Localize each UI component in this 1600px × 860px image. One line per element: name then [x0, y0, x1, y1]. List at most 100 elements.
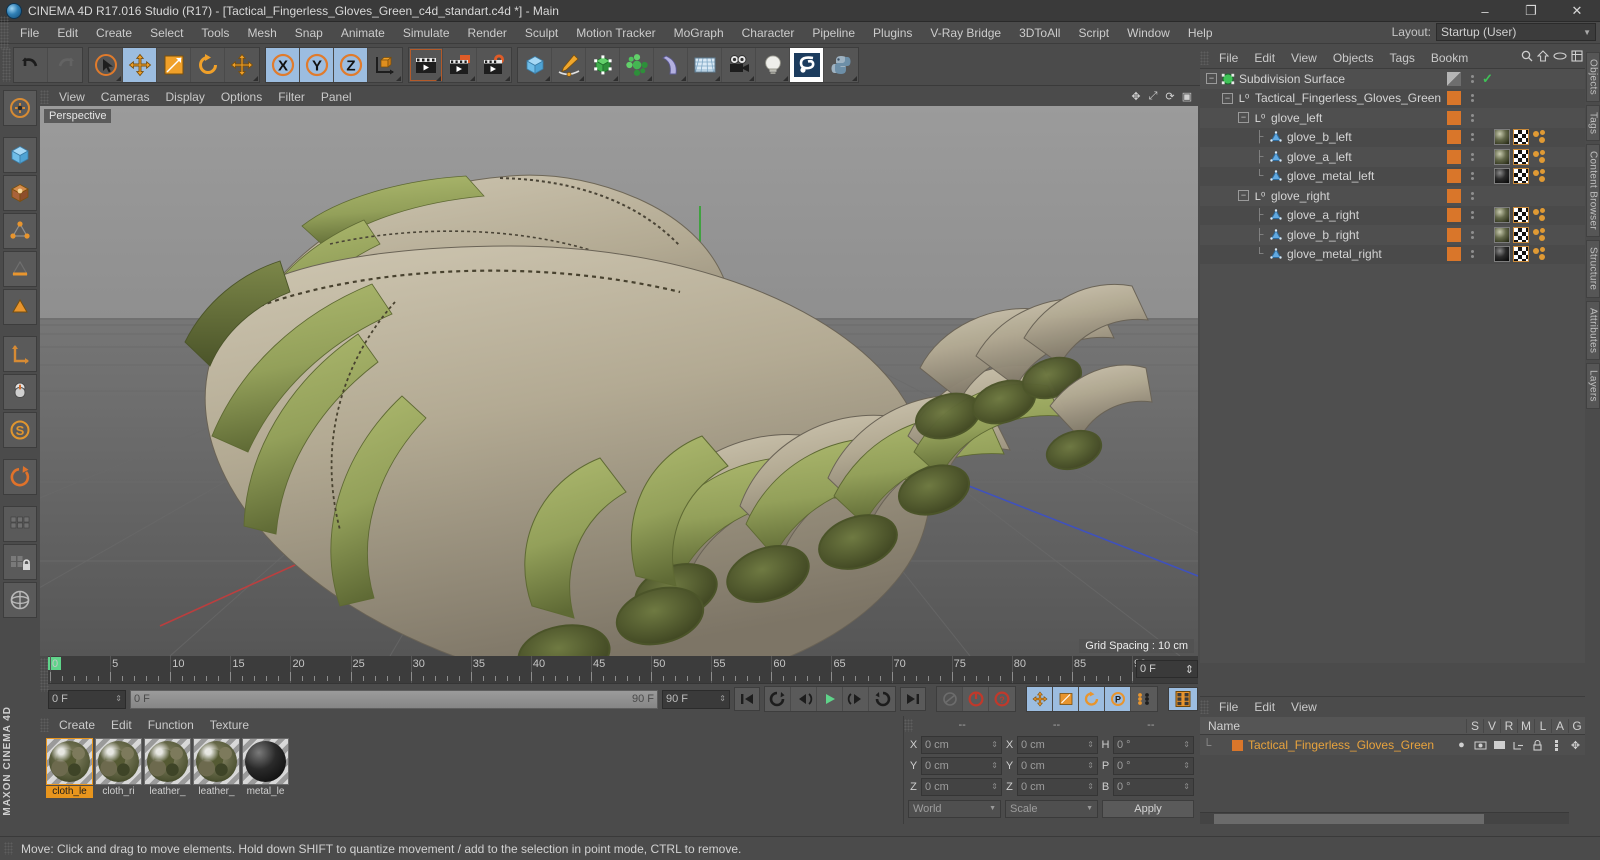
object-color-swatch[interactable] [1447, 227, 1461, 242]
search-icon[interactable] [1521, 50, 1533, 65]
stepper-icon[interactable]: ⇕ [719, 695, 726, 703]
object-manager-grip[interactable] [1200, 51, 1209, 65]
material-item[interactable]: cloth_ri [95, 738, 142, 798]
om-menu-view[interactable]: View [1283, 51, 1325, 65]
viewport-menu-filter[interactable]: Filter [270, 89, 313, 105]
right-tab-objects[interactable]: Objects [1585, 52, 1600, 103]
viewport-menu-cameras[interactable]: Cameras [93, 89, 158, 105]
om-menu-bookm[interactable]: Bookm [1423, 51, 1476, 65]
object-tree-row[interactable]: − L⁰ glove_right [1200, 186, 1585, 206]
material-item[interactable]: leather_ [193, 738, 240, 798]
material-preview-camo-sphere[interactable] [193, 738, 240, 785]
phong-tag-icon[interactable] [1532, 129, 1548, 145]
size-field[interactable]: 0 cm ⇕ [1017, 757, 1098, 775]
floor-environment-icon[interactable] [688, 47, 722, 82]
rotate-icon[interactable] [191, 47, 225, 82]
material-grip[interactable] [40, 718, 49, 732]
object-visibility-swatch[interactable] [1447, 71, 1461, 86]
col-g[interactable]: G [1568, 718, 1585, 733]
polygon-mode-icon[interactable] [3, 289, 37, 325]
lock-workplane-icon[interactable] [3, 544, 37, 580]
timeline-range-slider[interactable]: 0 F 90 F [130, 689, 658, 709]
material-menu-function[interactable]: Function [140, 718, 202, 732]
stepper-icon[interactable]: ⇕ [1087, 762, 1094, 770]
model-mode-icon[interactable] [3, 137, 37, 173]
tree-expander[interactable]: − [1238, 112, 1249, 124]
visibility-dots[interactable] [1466, 94, 1478, 103]
object-color-swatch[interactable] [1447, 208, 1461, 223]
object-color-swatch[interactable] [1447, 91, 1461, 106]
current-frame-field[interactable]: 0 F ⇕ [1136, 660, 1198, 678]
right-tab-content-browser[interactable]: Content Browser [1585, 144, 1600, 238]
scale-view-icon[interactable]: ⤢ [1146, 89, 1160, 103]
viewport-grip[interactable] [40, 90, 49, 104]
autokey-icon[interactable] [937, 687, 963, 711]
position-field[interactable]: 0 cm ⇕ [921, 778, 1002, 796]
right-tab-attributes[interactable]: Attributes [1585, 300, 1600, 360]
stepper-icon[interactable]: ⇕ [991, 741, 998, 749]
right-tab-structure[interactable]: Structure [1585, 240, 1600, 298]
rotation-key-icon[interactable] [1079, 687, 1105, 711]
maximize-button[interactable]: ❐ [1508, 0, 1554, 22]
layer-horizontal-scrollbar[interactable] [1200, 812, 1569, 824]
viewport-menu-panel[interactable]: Panel [313, 89, 360, 105]
array-deformer-icon[interactable] [620, 47, 654, 82]
menu-help[interactable]: Help [1179, 23, 1222, 43]
tree-expander[interactable]: − [1206, 73, 1217, 85]
workplane-icon[interactable] [3, 336, 37, 372]
om-menu-objects[interactable]: Objects [1325, 51, 1382, 65]
size-field[interactable]: 0 cm ⇕ [1017, 778, 1098, 796]
timeline-view-icon[interactable] [1168, 687, 1198, 711]
stepper-icon[interactable]: ⇕ [1087, 783, 1094, 791]
python-icon[interactable] [824, 47, 858, 82]
bend-icon[interactable] [654, 47, 688, 82]
goto-start-icon[interactable] [734, 687, 760, 711]
visibility-dots[interactable] [1466, 250, 1478, 259]
layer-menu-file[interactable]: File [1211, 700, 1246, 714]
viewport-solo-icon[interactable] [3, 506, 37, 542]
om-menu-edit[interactable]: Edit [1246, 51, 1283, 65]
minimize-button[interactable]: – [1462, 0, 1508, 22]
goto-end-icon[interactable] [900, 687, 926, 711]
menu-tools[interactable]: Tools [192, 23, 238, 43]
right-tab-layers[interactable]: Layers [1585, 362, 1600, 409]
move-view-icon[interactable]: ✥ [1129, 89, 1143, 103]
edge-mode-icon[interactable] [3, 251, 37, 287]
layer-menu-view[interactable]: View [1283, 700, 1325, 714]
object-tree-row[interactable]: └ glove_metal_right [1200, 244, 1585, 264]
keyframe-selection-icon[interactable]: ? [989, 687, 1015, 711]
render-toggle-icon[interactable] [1492, 738, 1507, 753]
uvw-tag-icon[interactable] [1513, 246, 1529, 263]
uvw-tag-icon[interactable] [1513, 207, 1529, 224]
enable-snap-icon[interactable]: S [3, 412, 37, 448]
ellipse-icon[interactable] [1553, 51, 1567, 64]
solo-toggle-icon[interactable]: ● [1454, 738, 1469, 753]
viewport-menu-display[interactable]: Display [157, 89, 212, 105]
menu-3dtoall[interactable]: 3DToAll [1010, 23, 1069, 43]
menu-plugins[interactable]: Plugins [864, 23, 921, 43]
material-tag-icon[interactable] [1494, 129, 1510, 146]
record-active-objects-icon[interactable] [963, 687, 989, 711]
layer-icon[interactable] [1571, 50, 1583, 65]
statusbar-grip[interactable] [4, 842, 13, 855]
material-preview-black-sphere[interactable] [242, 738, 289, 785]
object-tree-row[interactable]: ├ glove_a_right [1200, 205, 1585, 225]
material-item[interactable]: leather_ [144, 738, 191, 798]
object-color-swatch[interactable] [1447, 169, 1461, 184]
visibility-dots[interactable] [1466, 191, 1478, 200]
object-color-swatch[interactable] [1447, 188, 1461, 203]
object-tree-row[interactable]: ├ glove_b_left [1200, 127, 1585, 147]
object-color-swatch[interactable] [1447, 110, 1461, 125]
right-tab-tags[interactable]: Tags [1585, 105, 1600, 142]
visibility-dots[interactable] [1466, 133, 1478, 142]
material-preview-camo-sphere[interactable] [95, 738, 142, 785]
visibility-dots[interactable] [1466, 113, 1478, 122]
col-r[interactable]: R [1500, 718, 1517, 733]
col-m[interactable]: M [1517, 718, 1534, 733]
visibility-dots[interactable] [1466, 74, 1478, 83]
end-frame-field[interactable]: 90 F ⇕ [662, 689, 730, 709]
menu-snap[interactable]: Snap [286, 23, 332, 43]
menu-select[interactable]: Select [141, 23, 192, 43]
menu-v-ray-bridge[interactable]: V-Ray Bridge [921, 23, 1010, 43]
next-key-icon[interactable] [869, 687, 895, 711]
